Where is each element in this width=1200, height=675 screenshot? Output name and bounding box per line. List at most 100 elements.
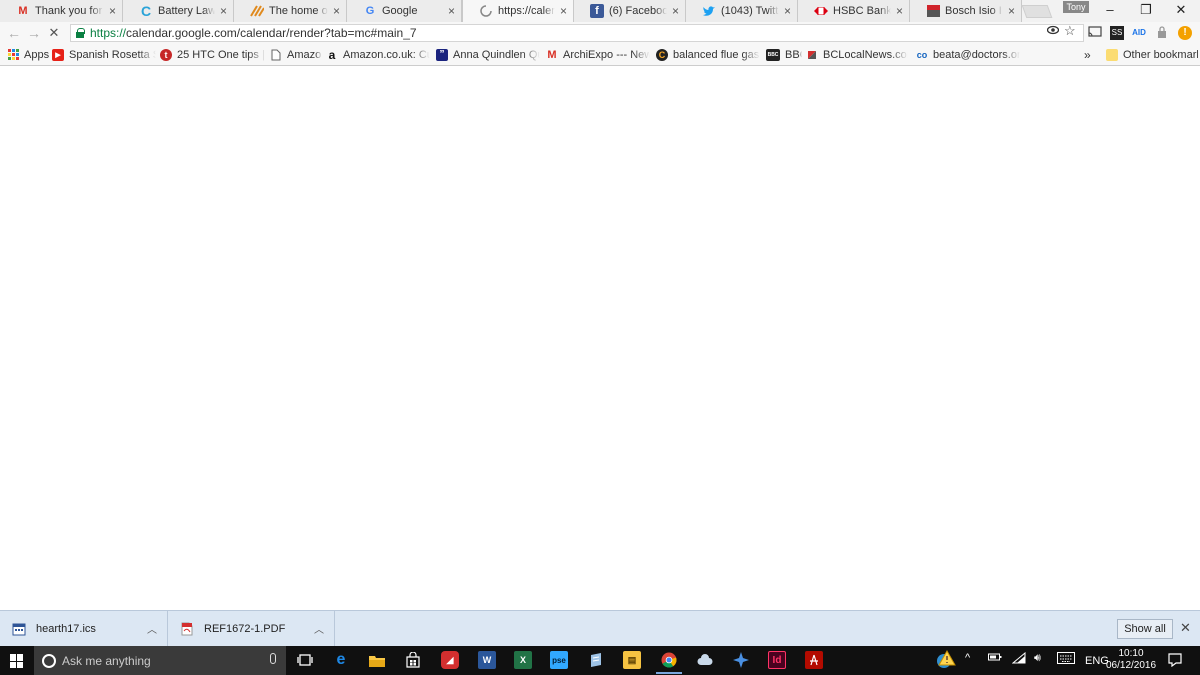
keyboard-icon[interactable] <box>1057 652 1075 667</box>
close-download-shelf-icon[interactable]: ✕ <box>1180 620 1191 636</box>
tab-close-icon[interactable]: × <box>784 4 791 18</box>
bookmark-anna-quindlen[interactable]: ” Anna Quindlen Quote <box>436 44 540 65</box>
show-all-downloads-button[interactable]: Show all <box>1117 619 1173 639</box>
tab-title: Google <box>382 5 418 17</box>
chrome-icon[interactable] <box>656 651 682 674</box>
tab-title: Bosch Isio III Sha <box>945 5 1003 17</box>
compass-app-icon[interactable] <box>732 651 750 669</box>
download-item[interactable]: hearth17.ics ︿ <box>0 611 168 646</box>
bookmark-bclocalnews[interactable]: BCLocalNews.com - S <box>806 44 908 65</box>
notifications-icon[interactable] <box>1168 653 1182 670</box>
tab-title: The home of mo <box>269 5 328 17</box>
sticky-app-icon[interactable]: ▤ <box>623 651 641 669</box>
tab-close-icon[interactable]: × <box>448 4 455 18</box>
address-bar[interactable]: https://calendar.google.com/calendar/ren… <box>70 24 1084 42</box>
microphone-icon[interactable] <box>270 653 276 664</box>
tab-title: HSBC Bank UK <box>833 5 891 17</box>
tab-close-icon[interactable]: × <box>220 4 227 18</box>
bookmark-beata-doctors[interactable]: co beata@doctors.org.uk <box>916 44 1020 65</box>
tab-title: https://calendar.g <box>498 5 555 17</box>
bookmark-archiexpo[interactable]: M ArchiExpo --- New pr <box>546 44 650 65</box>
tab-twitter[interactable]: (1043) Twitter × <box>686 0 798 22</box>
bookmarks-bar: Apps ▶ Spanish Rosetta Sto t 25 HTC One … <box>0 44 1200 66</box>
tab-strip: M Thank you for reg × C Battery Lawn she… <box>0 0 1200 22</box>
download-filename: hearth17.ics <box>36 622 96 635</box>
back-button[interactable]: ← <box>6 25 22 41</box>
edge-icon[interactable]: e <box>332 651 350 669</box>
battery-icon[interactable] <box>988 652 1002 665</box>
start-windows-icon[interactable] <box>10 654 24 668</box>
bookmark-balanced-flue[interactable]: C balanced flue gas fire <box>656 44 760 65</box>
clock-date: 06/12/2016 <box>1106 660 1157 671</box>
tab-google[interactable]: G Google × <box>347 0 462 22</box>
tab-hsbc[interactable]: HSBC Bank UK × <box>798 0 910 22</box>
tab-close-icon[interactable]: × <box>1008 4 1015 18</box>
cortana-icon <box>42 653 56 668</box>
tab-calendar[interactable]: https://calendar.g × <box>462 0 574 22</box>
restore-button[interactable]: ❐ <box>1131 2 1161 18</box>
store-icon[interactable] <box>404 651 422 669</box>
bookmark-bbc[interactable]: BBC BBC <box>766 44 802 65</box>
close-window-button[interactable]: ✕ <box>1166 2 1196 18</box>
eye-icon[interactable] <box>1046 24 1060 38</box>
extension-aid-icon[interactable]: AID <box>1132 26 1146 40</box>
tab-close-icon[interactable]: × <box>560 4 567 18</box>
clock-time: 10:10 <box>1118 648 1144 659</box>
extension-ss-icon[interactable]: SS <box>1110 26 1124 40</box>
bookmark-htc-tips[interactable]: t 25 HTC One tips | Rev <box>160 44 266 65</box>
stop-loading-button[interactable]: ✕ <box>46 25 62 41</box>
download-item[interactable]: REF1672-1.PDF ︿ <box>168 611 335 646</box>
bookmark-amazon-customer[interactable]: a Amazon.co.uk: Custor <box>326 44 430 65</box>
bookmark-spanish-rosetta[interactable]: ▶ Spanish Rosetta Sto <box>52 44 156 65</box>
bosch-icon <box>926 4 940 18</box>
word-icon[interactable]: W <box>478 651 496 669</box>
page-content-area[interactable] <box>0 66 1200 610</box>
tab-close-icon[interactable]: × <box>672 4 679 18</box>
notes-app-icon[interactable] <box>587 651 605 669</box>
tab-gmail[interactable]: M Thank you for reg × <box>0 0 123 22</box>
chevron-up-icon[interactable]: ^ <box>965 652 970 664</box>
profile-button[interactable]: Tony <box>1063 1 1089 13</box>
bookmark-amazon[interactable]: Amazon <box>270 44 322 65</box>
task-view-icon[interactable] <box>296 651 314 669</box>
indesign-icon[interactable]: Id <box>768 651 786 669</box>
wifi-icon[interactable] <box>1011 651 1026 667</box>
bookmark-apps[interactable]: Apps <box>7 44 49 65</box>
tab-facebook[interactable]: f (6) Facebook × <box>574 0 686 22</box>
extension-lock-icon[interactable] <box>1155 26 1169 40</box>
new-tab-button[interactable] <box>1021 5 1053 18</box>
chrome-menu-update-icon[interactable]: ! <box>1178 26 1192 40</box>
tab-battery-lawn[interactable]: C Battery Lawn she × <box>123 0 234 22</box>
tab-close-icon[interactable]: × <box>896 4 903 18</box>
sketchup-icon[interactable]: ◢ <box>441 651 459 669</box>
windows-taskbar: Ask me anything e ◢ W X pse ▤ Id ^ 🔊︎ EN… <box>0 646 1200 675</box>
chevron-up-icon[interactable]: ︿ <box>147 621 157 636</box>
forward-button[interactable]: → <box>26 25 42 41</box>
photoshop-elements-icon[interactable]: pse <box>550 651 568 669</box>
bookmark-other-bookmarks[interactable]: Other bookmarks <box>1106 44 1198 65</box>
apps-grid-icon <box>7 49 19 61</box>
tab-close-icon[interactable]: × <box>109 4 116 18</box>
techradar-icon: t <box>160 48 172 61</box>
minimize-button[interactable]: – <box>1095 2 1125 18</box>
tray-app-icon[interactable] <box>935 649 957 674</box>
acrobat-icon[interactable] <box>805 651 823 669</box>
excel-icon[interactable]: X <box>514 651 532 669</box>
lock-icon[interactable] <box>75 28 85 38</box>
cast-icon[interactable] <box>1088 26 1102 40</box>
bookmarks-overflow-button[interactable]: » <box>1084 44 1096 65</box>
system-clock[interactable]: 10:10 06/12/2016 <box>1106 648 1156 672</box>
volume-icon[interactable]: 🔊︎ <box>1034 652 1041 665</box>
ics-file-icon <box>12 622 26 636</box>
cloud-app-icon[interactable] <box>696 651 714 669</box>
tab-close-icon[interactable]: × <box>333 4 340 18</box>
chevron-up-icon[interactable]: ︿ <box>314 621 324 636</box>
tab-home-of[interactable]: The home of mo × <box>234 0 347 22</box>
search-placeholder: Ask me anything <box>62 653 151 668</box>
file-explorer-icon[interactable] <box>368 651 386 669</box>
cortana-search-box[interactable]: Ask me anything <box>34 646 286 675</box>
tab-bosch[interactable]: Bosch Isio III Sha × <box>910 0 1022 22</box>
tab-title: Thank you for reg <box>35 5 104 17</box>
bookmark-star-icon[interactable]: ☆ <box>1064 23 1076 39</box>
loading-spinner-icon <box>479 4 493 18</box>
